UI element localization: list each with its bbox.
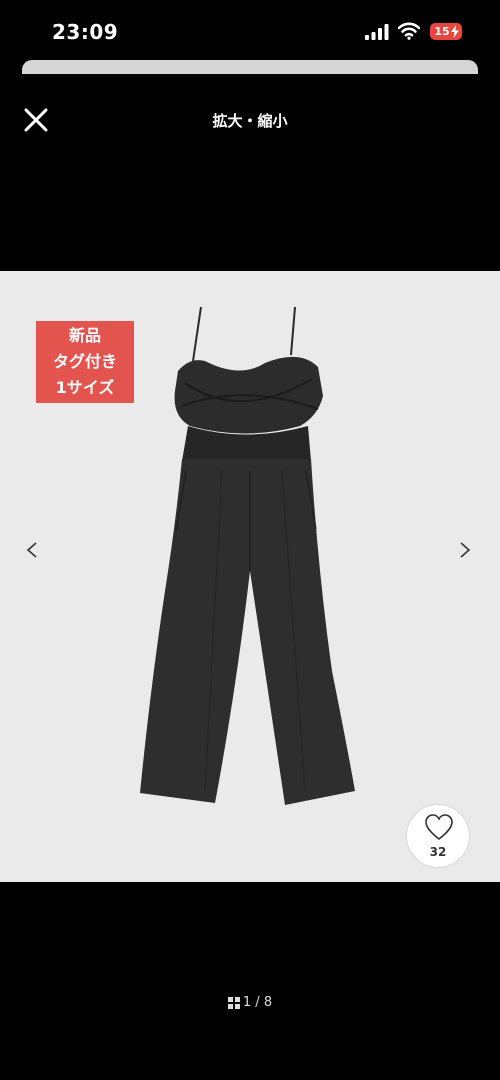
charging-bolt-icon [451, 25, 459, 38]
badge-line-tagged: タグ付き [52, 352, 117, 371]
like-count: 32 [429, 845, 447, 859]
sheet-top-edge [22, 60, 478, 74]
chevron-right-icon [460, 542, 471, 558]
page-indicator-text: 1 / 8 [242, 995, 273, 1010]
heart-icon [425, 814, 453, 841]
product-image-viewer[interactable]: 新品 タグ付き 1サイズ 32 [0, 271, 500, 882]
status-time: 23:09 [52, 20, 119, 44]
badge-line-new: 新品 [68, 326, 101, 345]
status-bar: 23:09 15 [0, 0, 500, 62]
page-indicator: 1 / 8 [0, 995, 500, 1010]
chevron-left-icon [26, 542, 37, 558]
wifi-icon [398, 22, 420, 40]
signal-icon [365, 24, 389, 40]
battery-level: 15 [434, 25, 450, 38]
badge-line-size: 1サイズ [55, 378, 115, 397]
like-button[interactable]: 32 [406, 804, 470, 868]
grid-icon [227, 996, 240, 1009]
next-image-button[interactable] [453, 537, 477, 563]
previous-image-button[interactable] [20, 537, 44, 563]
page-title: 拡大・縮小 [212, 112, 288, 130]
condition-badge: 新品 タグ付き 1サイズ [36, 321, 134, 403]
battery-icon: 15 [430, 23, 462, 40]
